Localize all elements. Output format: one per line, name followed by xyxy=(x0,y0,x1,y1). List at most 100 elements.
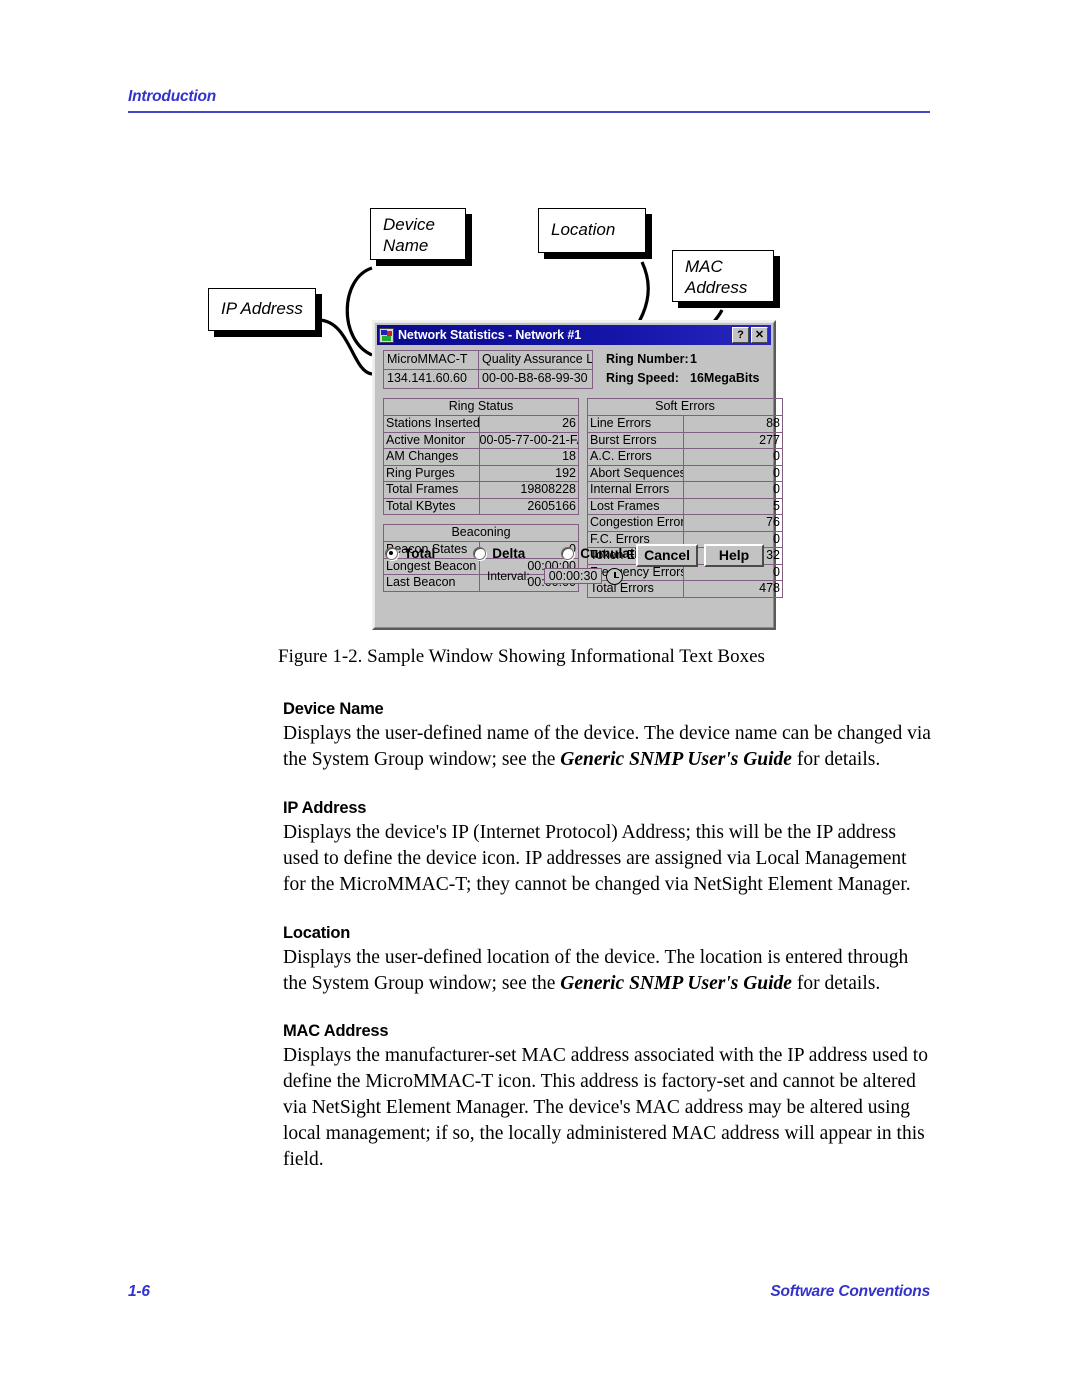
table-row: Ring Purges 192 xyxy=(384,465,579,482)
dialog-buttons: Cancel Help xyxy=(636,543,764,567)
section-heading: MAC Address xyxy=(283,1022,389,1041)
callout-device-name: Device Name xyxy=(370,208,466,260)
definitions-content: Device Name Displays the user-defined na… xyxy=(283,700,931,1199)
stat-label: Burst Errors xyxy=(588,432,684,449)
panel-soft-errors: Soft Errors Line Errors 88 Burst Errors … xyxy=(587,398,783,598)
interval-label: Interval: xyxy=(487,569,530,583)
stat-value: 0 xyxy=(683,449,783,466)
stat-value: 5 xyxy=(683,498,783,515)
body-text-emphasis: Generic SNMP User's Guide xyxy=(560,972,792,994)
interval-input[interactable]: 00:00:30 xyxy=(543,568,603,584)
close-icon[interactable]: ✕ xyxy=(751,327,768,343)
ring-number-value: 1 xyxy=(690,352,697,366)
radio-total[interactable]: Total xyxy=(385,546,435,561)
help-icon[interactable]: ? xyxy=(732,327,749,343)
window-body: MicroMMAC-T Quality Assurance Lab 134.14… xyxy=(377,345,783,598)
page-number: 1-6 xyxy=(128,1283,150,1300)
table-row: Token Errors 32 xyxy=(588,548,783,565)
stat-value: 32 xyxy=(683,548,783,565)
radio-delta[interactable]: Delta xyxy=(473,546,525,561)
radio-indicator xyxy=(561,546,575,560)
stat-value: 00:00:00 xyxy=(479,575,579,592)
table-row: Frequency Errors 0 xyxy=(588,564,783,581)
help-button[interactable]: Help xyxy=(704,543,764,567)
section-body: Displays the manufacturer-set MAC addres… xyxy=(283,1043,931,1173)
stat-value: 0 xyxy=(683,465,783,482)
table-row: Total Errors 478 xyxy=(588,581,783,598)
mode-radio-group[interactable]: Total Delta Cumulative xyxy=(385,546,653,561)
stat-label: Last Beacon xyxy=(384,575,480,592)
running-header-title: Introduction xyxy=(128,88,216,105)
table-row: Burst Errors 277 xyxy=(588,432,783,449)
stat-label: Active Monitor xyxy=(384,432,480,449)
ring-speed-label: Ring Speed: xyxy=(606,371,679,385)
radio-label: Total xyxy=(404,545,436,561)
callout-mac-address: MAC Address xyxy=(672,250,774,302)
panel-title-soft-errors: Soft Errors xyxy=(588,399,783,416)
network-statistics-window[interactable]: Network Statistics - Network #1 ? ✕ Micr… xyxy=(372,320,783,630)
window-inner-frame: Network Statistics - Network #1 ? ✕ Micr… xyxy=(374,322,783,628)
table-row: Longest Beacon 00:00:00 xyxy=(384,558,579,575)
ring-speed-row: Ring Speed: 16MegaBits xyxy=(606,369,759,388)
body-text-after: for details. xyxy=(791,748,881,770)
panel-title-ring-status: Ring Status xyxy=(384,399,579,416)
radio-indicator xyxy=(473,546,487,560)
stat-label: Line Errors xyxy=(588,416,684,433)
stat-label: F.C. Errors xyxy=(588,531,684,548)
stat-value: 26 xyxy=(479,416,579,433)
callout-ip-address: IP Address xyxy=(208,288,316,331)
stat-label: Beacon States xyxy=(384,542,480,559)
interval-control[interactable]: Interval: 00:00:30 xyxy=(487,567,624,585)
table-row: Beacon States 0 xyxy=(384,542,579,559)
table-row: A.C. Errors 0 xyxy=(588,449,783,466)
device-identity-section: MicroMMAC-T Quality Assurance Lab 134.14… xyxy=(383,350,765,389)
table-row: Lost Frames 5 xyxy=(588,498,783,515)
stat-label: Frequency Errors xyxy=(588,564,684,581)
section-heading: IP Address xyxy=(283,798,367,817)
table-row: Active Monitor 00-05-77-00-21-FA xyxy=(384,432,579,449)
stat-label: Ring Purges xyxy=(384,465,480,482)
mac-address-field[interactable]: 00-00-B8-68-99-30 xyxy=(479,370,593,389)
page-footer: 1-6 Software Conventions xyxy=(128,1283,930,1301)
panel-beaconing: Beaconing Beacon States 0 Longest Beacon… xyxy=(383,524,579,592)
section-heading: Device Name xyxy=(283,700,384,718)
ip-address-field[interactable]: 134.141.60.60 xyxy=(384,370,479,389)
stat-label: AM Changes xyxy=(384,449,480,466)
table-row: F.C. Errors 0 xyxy=(588,531,783,548)
window-title: Network Statistics - Network #1 xyxy=(398,328,582,342)
table-row: Total KBytes 2605166 xyxy=(384,498,579,515)
radio-indicator xyxy=(385,546,398,560)
section-device-name: Device Name Displays the user-defined na… xyxy=(283,700,931,773)
identity-row-bottom: 134.141.60.60 00-00-B8-68-99-30 xyxy=(384,370,593,389)
section-body: Displays the user-defined location of th… xyxy=(283,945,931,997)
stat-label: Total Frames xyxy=(384,482,480,499)
section-location: Location Displays the user-defined locat… xyxy=(283,924,931,997)
window-controls: ? ✕ xyxy=(732,327,769,343)
radio-cumulative[interactable]: Cumulative xyxy=(561,546,653,561)
ring-info-block: Ring Number: 1 Ring Speed: 16MegaBits xyxy=(606,350,759,388)
ring-number-label: Ring Number: xyxy=(606,352,689,366)
location-field[interactable]: Quality Assurance Lab xyxy=(479,351,593,370)
table-row: Last Beacon 00:00:00 xyxy=(384,575,579,592)
stat-label: Internal Errors xyxy=(588,482,684,499)
panel-ring-status: Ring Status Stations Inserted 26 Active … xyxy=(383,398,579,515)
table-row: Line Errors 88 xyxy=(588,416,783,433)
window-title-bar[interactable]: Network Statistics - Network #1 ? ✕ xyxy=(377,325,771,345)
window-control-strip: Total Delta Cumulative Interval: 00:00:3… xyxy=(383,543,765,592)
stat-value: 0 xyxy=(683,531,783,548)
stat-value: 19808228 xyxy=(479,482,579,499)
clock-icon[interactable] xyxy=(606,567,624,585)
stat-label: Stations Inserted xyxy=(384,416,480,433)
section-body: Displays the device's IP (Internet Proto… xyxy=(283,820,931,898)
right-panel-column: Soft Errors Line Errors 88 Burst Errors … xyxy=(587,398,783,598)
stat-value: 0 xyxy=(683,564,783,581)
cancel-button[interactable]: Cancel xyxy=(636,543,698,567)
stat-label: Token Errors xyxy=(588,548,684,565)
header-rule xyxy=(128,111,930,113)
panel-title-beaconing: Beaconing xyxy=(384,525,579,542)
stat-value: 0 xyxy=(479,542,579,559)
callout-location: Location xyxy=(538,208,646,253)
stat-label: A.C. Errors xyxy=(588,449,684,466)
device-name-field[interactable]: MicroMMAC-T xyxy=(384,351,479,370)
device-identity-grid: MicroMMAC-T Quality Assurance Lab 134.14… xyxy=(383,350,593,389)
